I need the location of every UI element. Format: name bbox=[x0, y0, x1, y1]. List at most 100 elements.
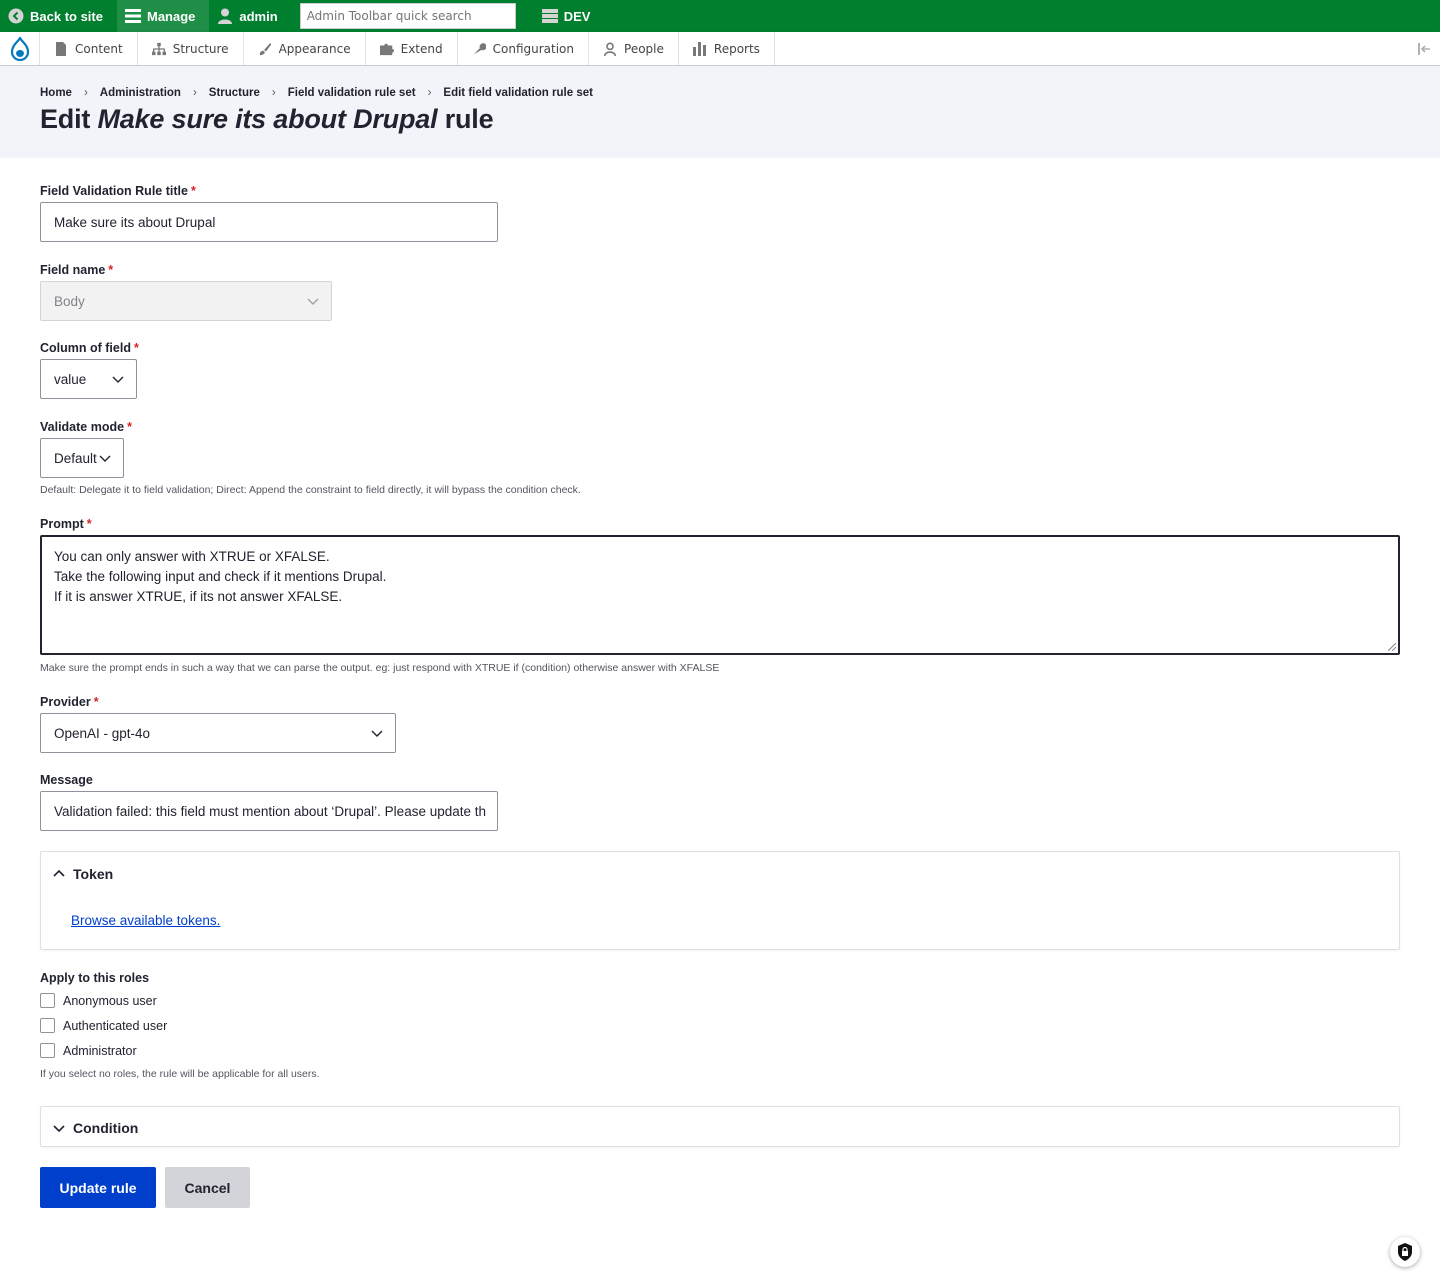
role-administrator[interactable]: Administrator bbox=[40, 1043, 137, 1058]
page-title: Edit Make sure its about Drupal rule bbox=[40, 104, 494, 135]
file-icon bbox=[54, 41, 68, 56]
column-select[interactable]: value bbox=[40, 359, 137, 399]
back-arrow-icon bbox=[8, 8, 24, 24]
breadcrumb-structure[interactable]: Structure bbox=[209, 87, 260, 99]
user-tab[interactable]: admin bbox=[209, 0, 291, 32]
prompt-description: Make sure the prompt ends in such a way … bbox=[40, 662, 720, 674]
tray-item-configuration[interactable]: Configuration bbox=[458, 32, 590, 65]
breadcrumb-rule-set[interactable]: Field validation rule set bbox=[288, 87, 416, 99]
toolbar-search-input[interactable] bbox=[299, 3, 516, 29]
collapse-tray-icon[interactable] bbox=[1416, 40, 1434, 58]
tray-item-structure[interactable]: Structure bbox=[138, 32, 244, 65]
server-icon bbox=[541, 8, 558, 24]
bar-chart-icon bbox=[692, 41, 707, 56]
role-label: Authenticated user bbox=[63, 1018, 168, 1033]
lock-icon[interactable] bbox=[1390, 1237, 1420, 1267]
tray-item-extend[interactable]: Extend bbox=[366, 32, 458, 65]
provider-label: Provider * bbox=[40, 695, 99, 709]
validate-mode-select[interactable]: Default bbox=[40, 438, 124, 478]
condition-summary-label: Condition bbox=[73, 1120, 139, 1136]
required-marker: * bbox=[93, 695, 99, 709]
prompt-textarea[interactable]: You can only answer with XTRUE or XFALSE… bbox=[40, 535, 1400, 655]
column-label: Column of field * bbox=[40, 341, 139, 355]
tray-item-label: Configuration bbox=[492, 41, 575, 56]
tray-item-label: Extend bbox=[400, 41, 443, 56]
tray-item-reports[interactable]: Reports bbox=[679, 32, 775, 65]
wrench-icon bbox=[472, 42, 486, 56]
role-anonymous[interactable]: Anonymous user bbox=[40, 993, 157, 1008]
browse-tokens-link[interactable]: Browse available tokens. bbox=[71, 913, 220, 928]
manage-tab[interactable]: Manage bbox=[116, 0, 210, 32]
tray-item-label: Content bbox=[75, 41, 123, 56]
admin-toolbar: Back to site Manage admin DEV bbox=[0, 0, 1440, 32]
breadcrumb-separator-icon: › bbox=[192, 87, 197, 99]
tray-item-people[interactable]: People bbox=[589, 32, 679, 65]
token-details: Token Browse available tokens. bbox=[40, 851, 1400, 950]
validate-mode-value: Default bbox=[54, 450, 97, 466]
chevron-down-icon bbox=[371, 730, 383, 737]
breadcrumb-home[interactable]: Home bbox=[40, 87, 72, 99]
manage-label: Manage bbox=[146, 8, 196, 24]
required-marker: * bbox=[127, 420, 132, 434]
checkbox[interactable] bbox=[40, 1043, 55, 1058]
user-icon bbox=[217, 8, 233, 24]
admin-tray: Content Structure Appearance Extend Conf… bbox=[0, 32, 1440, 66]
update-rule-button[interactable]: Update rule bbox=[40, 1167, 156, 1208]
prompt-line: If it is answer XTRUE, if its not answer… bbox=[54, 589, 343, 604]
resize-handle-icon[interactable] bbox=[1388, 643, 1396, 651]
tray-item-appearance[interactable]: Appearance bbox=[244, 32, 366, 65]
roles-description: If you select no roles, the rule will be… bbox=[40, 1068, 320, 1080]
page-header: Home › Administration › Structure › Fiel… bbox=[0, 66, 1440, 158]
page-title-suffix: rule bbox=[437, 104, 494, 134]
checkbox[interactable] bbox=[40, 993, 55, 1008]
token-summary[interactable]: Token bbox=[53, 866, 113, 882]
breadcrumb-edit-rule-set[interactable]: Edit field validation rule set bbox=[443, 87, 593, 99]
tray-item-content[interactable]: Content bbox=[40, 32, 138, 65]
provider-select[interactable]: OpenAI - gpt-4o bbox=[40, 713, 396, 753]
menu-icon bbox=[124, 8, 141, 24]
prompt-line: You can only answer with XTRUE or XFALSE… bbox=[54, 549, 330, 564]
required-marker: * bbox=[133, 341, 139, 355]
chevron-down-icon bbox=[99, 455, 111, 462]
environment-indicator[interactable]: DEV bbox=[534, 0, 605, 32]
chevron-up-icon bbox=[53, 869, 65, 877]
back-to-site-link[interactable]: Back to site bbox=[0, 0, 117, 32]
token-summary-label: Token bbox=[73, 866, 114, 882]
rule-title-input[interactable]: Make sure its about Drupal bbox=[40, 202, 498, 242]
people-icon bbox=[603, 42, 617, 56]
back-to-site-label: Back to site bbox=[30, 8, 103, 24]
field-name-value: Body bbox=[54, 293, 85, 309]
validate-mode-description: Default: Delegate it to field validation… bbox=[40, 484, 581, 496]
condition-summary[interactable]: Condition bbox=[53, 1120, 138, 1136]
required-marker: * bbox=[190, 184, 196, 198]
role-label: Administrator bbox=[63, 1043, 137, 1058]
prompt-label: Prompt * bbox=[40, 517, 92, 531]
field-name-select[interactable]: Body bbox=[40, 281, 332, 321]
breadcrumb: Home › Administration › Structure › Fiel… bbox=[40, 87, 593, 99]
breadcrumb-separator-icon: › bbox=[427, 87, 432, 99]
role-authenticated[interactable]: Authenticated user bbox=[40, 1018, 167, 1033]
role-label: Anonymous user bbox=[63, 993, 157, 1008]
puzzle-icon bbox=[379, 42, 394, 56]
cancel-button[interactable]: Cancel bbox=[165, 1167, 250, 1208]
chevron-down-icon bbox=[307, 298, 319, 305]
drupal-logo-icon[interactable] bbox=[0, 32, 40, 65]
paintbrush-icon bbox=[258, 42, 272, 56]
rule-title-value: Make sure its about Drupal bbox=[54, 214, 216, 230]
message-label: Message bbox=[40, 773, 93, 787]
chevron-down-icon bbox=[112, 376, 124, 383]
message-input[interactable]: Validation failed: this field must menti… bbox=[40, 791, 498, 831]
condition-details: Condition bbox=[40, 1106, 1400, 1147]
required-marker: * bbox=[86, 517, 92, 531]
breadcrumb-separator-icon: › bbox=[83, 87, 88, 99]
validate-mode-label: Validate mode * bbox=[40, 420, 132, 434]
required-marker: * bbox=[108, 263, 114, 277]
chevron-down-icon bbox=[53, 1125, 65, 1133]
tray-item-label: Structure bbox=[172, 41, 229, 56]
checkbox[interactable] bbox=[40, 1018, 55, 1033]
breadcrumb-administration[interactable]: Administration bbox=[100, 87, 181, 99]
prompt-line: Take the following input and check if it… bbox=[54, 569, 387, 584]
column-value: value bbox=[54, 371, 87, 387]
roles-label: Apply to this roles bbox=[40, 971, 150, 985]
sitemap-icon bbox=[151, 42, 166, 56]
